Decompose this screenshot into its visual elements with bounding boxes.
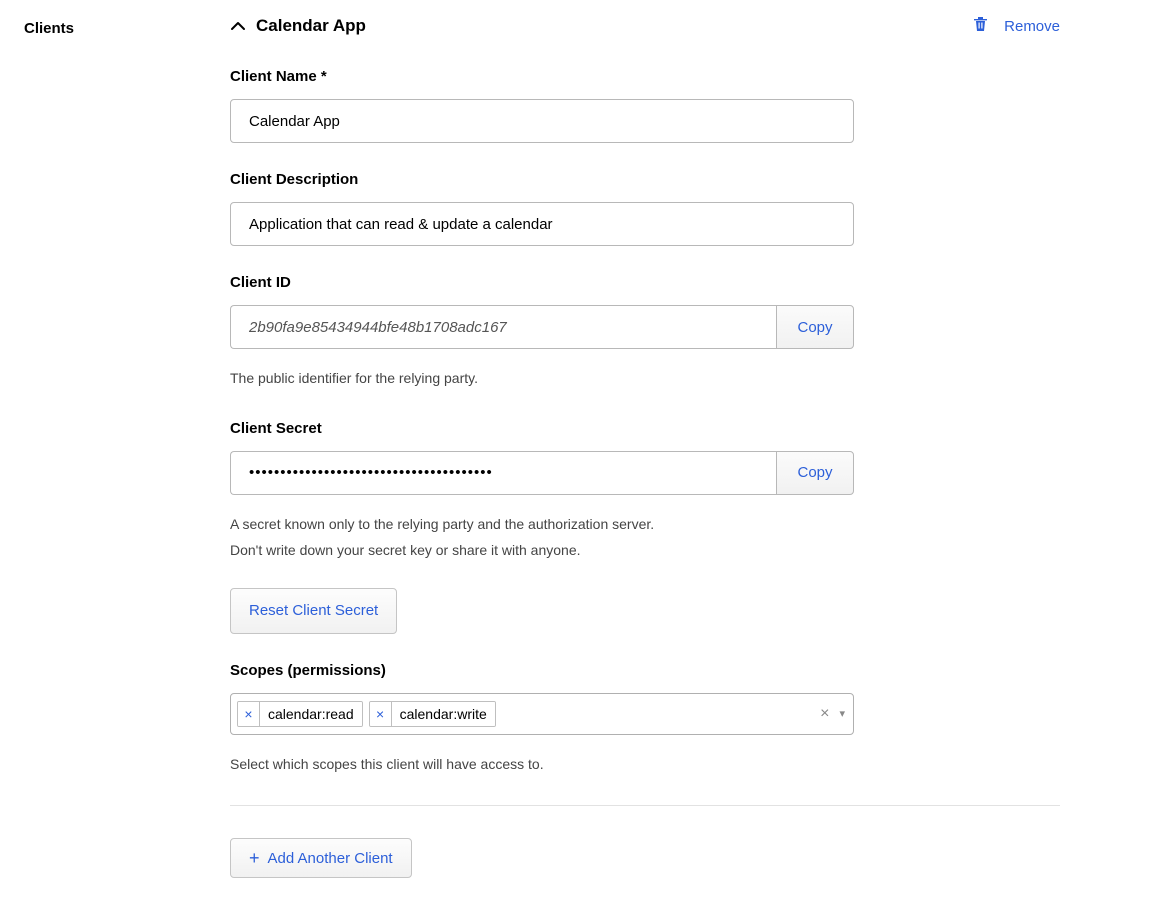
divider [230, 805, 1060, 806]
client-secret-help-2: Don't write down your secret key or shar… [230, 537, 1060, 564]
client-id-help: The public identifier for the relying pa… [230, 365, 1060, 392]
client-secret-help-1: A secret known only to the relying party… [230, 511, 1060, 538]
clear-all-icon[interactable]: × [820, 705, 829, 723]
scope-tag-label: calendar:write [392, 702, 495, 726]
dropdown-caret-icon[interactable]: ▾ [839, 707, 845, 720]
trash-icon [973, 16, 988, 36]
scope-tag: × calendar:read [237, 701, 363, 727]
client-name-label: Client Name * [230, 68, 1060, 85]
client-secret-help: A secret known only to the relying party… [230, 511, 1060, 564]
scope-tag: × calendar:write [369, 701, 496, 727]
reset-client-secret-button[interactable]: Reset Client Secret [230, 588, 397, 634]
plus-icon: + [249, 849, 260, 867]
remove-label: Remove [1004, 18, 1060, 35]
remove-tag-icon[interactable]: × [238, 702, 260, 726]
copy-client-secret-button[interactable]: Copy [776, 451, 854, 495]
copy-client-id-button[interactable]: Copy [776, 305, 854, 349]
remove-tag-icon[interactable]: × [370, 702, 392, 726]
client-id-label: Client ID [230, 274, 1060, 291]
client-description-label: Client Description [230, 171, 1060, 188]
add-another-client-button[interactable]: + Add Another Client [230, 838, 412, 878]
add-another-client-label: Add Another Client [268, 850, 393, 867]
remove-client-link[interactable]: Remove [973, 16, 1060, 36]
client-title: Calendar App [256, 16, 366, 36]
chevron-up-icon[interactable] [230, 18, 246, 34]
section-title-clients: Clients [24, 16, 230, 37]
scopes-multiselect[interactable]: × calendar:read × calendar:write × ▾ [230, 693, 854, 735]
client-id-value: 2b90fa9e85434944bfe48b1708adc167 [230, 305, 776, 349]
scopes-label: Scopes (permissions) [230, 662, 1060, 679]
client-description-input[interactable] [230, 202, 854, 246]
client-secret-label: Client Secret [230, 420, 1060, 437]
scope-tag-label: calendar:read [260, 702, 362, 726]
client-secret-value: ••••••••••••••••••••••••••••••••••••••• [230, 451, 776, 495]
scopes-help: Select which scopes this client will hav… [230, 751, 1060, 778]
client-name-input[interactable] [230, 99, 854, 143]
